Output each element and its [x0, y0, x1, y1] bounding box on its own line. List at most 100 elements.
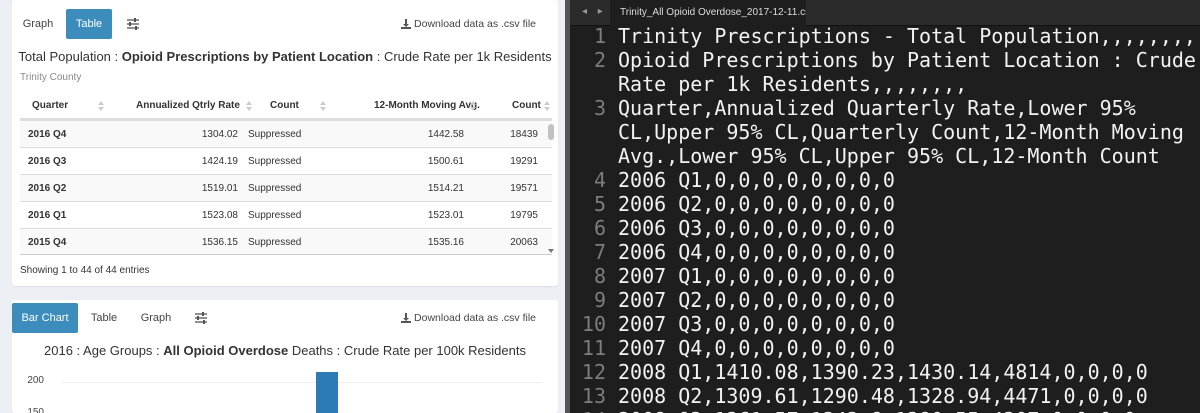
line-number: 12 — [581, 360, 606, 384]
line-number: 3 — [593, 96, 606, 120]
table-row[interactable]: 2016 Q2 1519.01 Suppressed 1514.21 19571 — [20, 174, 552, 201]
code-line[interactable]: 2007 Q2,0,0,0,0,0,0,0,0 — [618, 288, 1198, 312]
cell-moving-avg: 1535.16 — [427, 237, 464, 248]
dashboard-pane: Graph Table Download data as .csv file T… — [0, 0, 570, 413]
cell-rate: 1304.02 — [201, 129, 238, 140]
history-nav-icon[interactable]: ◂ ▸ — [582, 6, 607, 17]
chart-title: 2016 : Age Groups : All Opioid Overdose … — [12, 343, 558, 358]
line-number: 14 — [570, 408, 606, 413]
cell-quarter: 2016 Q2 — [28, 183, 67, 194]
cell-count: Suppressed — [248, 210, 302, 221]
entries-info: Showing 1 to 44 of 44 entries — [20, 265, 150, 276]
title-bold: All Opioid Overdose — [163, 343, 289, 358]
cell-moving-avg: 1514.21 — [427, 183, 464, 194]
line-number: 7 — [593, 240, 606, 264]
download-label: Download data as .csv file — [414, 18, 536, 30]
line-number: 1 — [593, 24, 606, 48]
code-line[interactable]: 2006 Q1,0,0,0,0,0,0,0,0 — [618, 168, 1198, 192]
table-body[interactable]: 2016 Q4 1304.02 Suppressed 1442.58 18439… — [20, 120, 552, 255]
table-row[interactable]: 2016 Q4 1304.02 Suppressed 1442.58 18439 — [20, 120, 552, 147]
code-line[interactable]: 2007 Q3,0,0,0,0,0,0,0,0 — [618, 312, 1198, 336]
code-line[interactable]: 2006 Q4,0,0,0,0,0,0,0,0 — [618, 240, 1198, 264]
tab-graph[interactable]: Graph — [130, 303, 182, 333]
code-line[interactable]: 2007 Q1,0,0,0,0,0,0,0,0 — [618, 264, 1198, 288]
text-editor[interactable]: ◂ ▸ Trinity_All Opioid Overdose_2017-12-… — [570, 0, 1200, 413]
scroll-down-arrow[interactable] — [548, 249, 554, 253]
col-moving-avg[interactable]: 12-Month Moving Avg. — [374, 92, 480, 120]
code-line[interactable]: Rate per 1k Residents,,,,,,,, — [618, 72, 1198, 96]
line-number: 5 — [593, 192, 606, 216]
sort-icon[interactable] — [98, 101, 104, 111]
overdose-tabbar: Bar Chart Table Graph Download data as .… — [12, 303, 558, 341]
cell-count: Suppressed — [248, 156, 302, 167]
cell-count: Suppressed — [248, 237, 302, 248]
prescriptions-tabbar: Graph Table Download data as .csv file — [12, 9, 558, 47]
line-number: 2 — [593, 48, 606, 72]
cell-quarter: 2016 Q1 — [28, 210, 67, 221]
code-line[interactable]: 2008 Q2,1309.61,1290.48,1328.94,4471,0,0… — [618, 384, 1198, 408]
col-annualized-rate[interactable]: Annualized Qtrly Rate — [136, 92, 240, 120]
county-subtitle: Trinity County — [20, 72, 82, 83]
table-header: Quarter Annualized Qtrly Rate Count 12-M… — [20, 92, 552, 120]
col-quarter[interactable]: Quarter — [32, 92, 68, 120]
col-count-12[interactable]: Count — [512, 92, 541, 120]
tab-bar-chart[interactable]: Bar Chart — [12, 303, 78, 333]
tab-table[interactable]: Table — [82, 303, 126, 333]
scrollbar-thumb[interactable] — [548, 124, 554, 140]
code-line[interactable]: 2008 Q3,1261.57,1242.8,1280.55,4307,0,0,… — [618, 408, 1198, 413]
sort-icon[interactable] — [544, 101, 550, 111]
file-tab[interactable]: Trinity_All Opioid Overdose_2017-12-11.c… — [610, 0, 806, 26]
overdose-panel: Bar Chart Table Graph Download data as .… — [12, 300, 558, 413]
table-scrollbar[interactable] — [547, 122, 555, 255]
code-line[interactable]: 2007 Q4,0,0,0,0,0,0,0,0 — [618, 336, 1198, 360]
download-label: Download data as .csv file — [414, 312, 536, 324]
cell-count: Suppressed — [248, 183, 302, 194]
y-tick-label: 150 — [27, 407, 44, 413]
title-prefix: 2016 : Age Groups : — [44, 343, 164, 358]
cell-count-12: 19795 — [510, 210, 538, 221]
sort-icon[interactable] — [320, 101, 326, 111]
table-title: Total Population : Opioid Prescriptions … — [12, 49, 558, 64]
download-csv-button[interactable]: Download data as .csv file — [401, 9, 536, 39]
gridline — [62, 382, 542, 383]
download-csv-button[interactable]: Download data as .csv file — [401, 303, 536, 333]
cell-quarter: 2016 Q3 — [28, 156, 67, 167]
editor-tabbar: ◂ ▸ Trinity_All Opioid Overdose_2017-12-… — [570, 0, 1200, 26]
line-number: 11 — [581, 336, 606, 360]
tab-table[interactable]: Table — [66, 9, 112, 39]
cell-count-12: 20063 — [510, 237, 538, 248]
code-line[interactable]: 2008 Q1,1410.08,1390.23,1430.14,4814,0,0… — [618, 360, 1198, 384]
cell-rate: 1424.19 — [201, 156, 238, 167]
code-line[interactable]: Opioid Prescriptions by Patient Location… — [618, 48, 1198, 72]
code-line[interactable]: 2006 Q2,0,0,0,0,0,0,0,0 — [618, 192, 1198, 216]
cell-rate: 1523.08 — [201, 210, 238, 221]
cell-quarter: 2015 Q4 — [28, 237, 67, 248]
title-suffix: Deaths : Crude Rate per 100k Residents — [288, 343, 526, 358]
line-number: 6 — [593, 216, 606, 240]
cell-moving-avg: 1500.61 — [427, 156, 464, 167]
sliders-icon[interactable] — [194, 311, 208, 325]
code-line[interactable]: 2006 Q3,0,0,0,0,0,0,0,0 — [618, 216, 1198, 240]
cell-count: Suppressed — [248, 129, 302, 140]
cell-count-12: 19571 — [510, 183, 538, 194]
table-row[interactable]: 2015 Q4 1536.15 Suppressed 1535.16 20063 — [20, 228, 552, 254]
code-line[interactable]: Avg.,Lower 95% CL,Upper 95% CL,12-Month … — [618, 144, 1198, 168]
code-line[interactable]: CL,Upper 95% CL,Quarterly Count,12-Month… — [618, 120, 1198, 144]
title-bold: Opioid Prescriptions by Patient Location — [121, 49, 374, 64]
table-row[interactable]: 2016 Q3 1424.19 Suppressed 1500.61 19291 — [20, 147, 552, 174]
sliders-icon[interactable] — [126, 17, 140, 31]
col-count[interactable]: Count — [270, 92, 299, 120]
chart-bar[interactable] — [316, 372, 338, 413]
cell-quarter: 2016 Q4 — [28, 129, 67, 140]
tab-graph[interactable]: Graph — [12, 9, 64, 39]
line-number: 8 — [593, 264, 606, 288]
code-line[interactable]: Trinity Prescriptions - Total Population… — [618, 24, 1198, 48]
line-number: 4 — [593, 168, 606, 192]
table-row[interactable]: 2016 Q1 1523.08 Suppressed 1523.01 19795 — [20, 201, 552, 228]
download-icon — [401, 18, 414, 30]
sort-icon[interactable] — [470, 101, 476, 111]
line-number: 9 — [593, 288, 606, 312]
code-line[interactable]: Quarter,Annualized Quarterly Rate,Lower … — [618, 96, 1198, 120]
age-group-bar-chart: 200 150 — [12, 360, 558, 413]
sort-icon[interactable] — [246, 101, 252, 111]
